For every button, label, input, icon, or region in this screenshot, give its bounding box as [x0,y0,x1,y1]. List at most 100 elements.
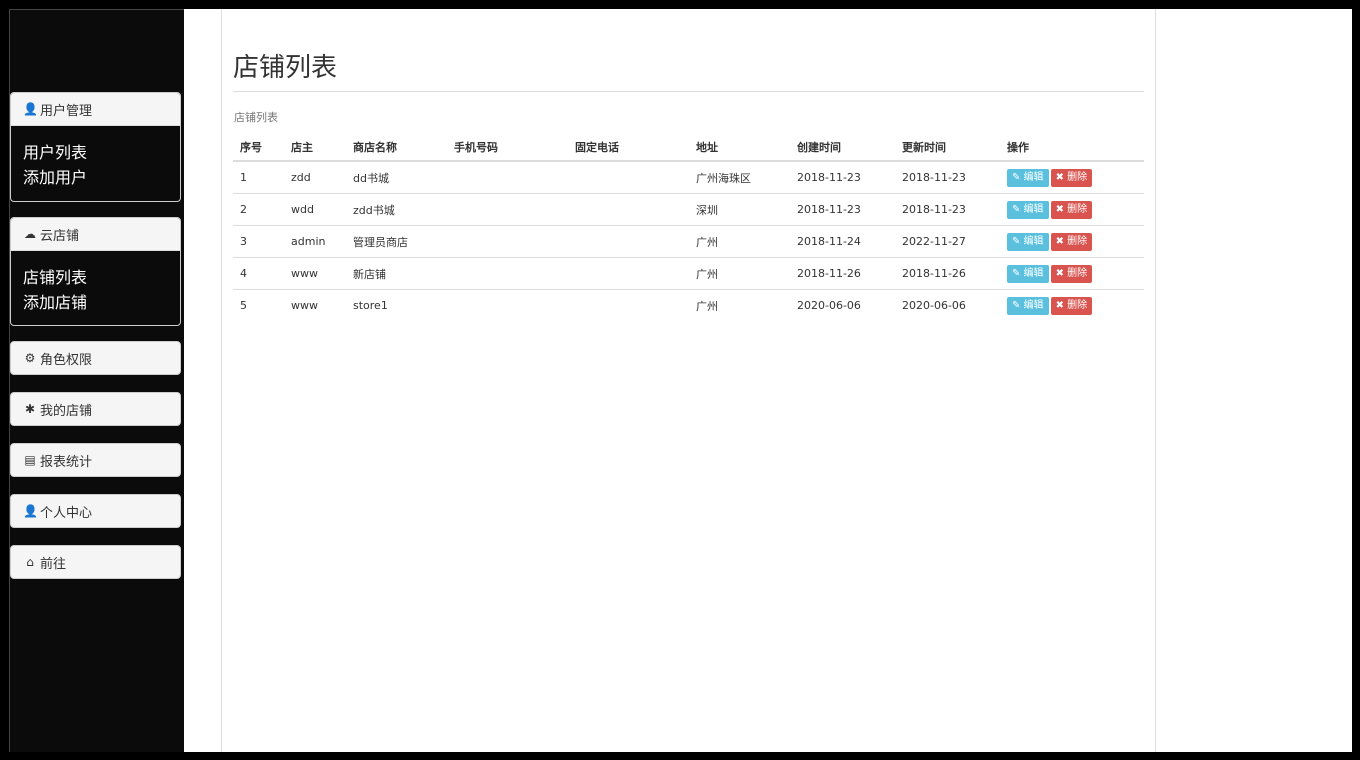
page-title: 店铺列表 [233,53,338,83]
sidebar-button-label: 个人中心 [40,505,93,521]
delete-button[interactable]: ✖ 删除 [1050,232,1093,251]
close-icon: ✖ [1055,299,1068,311]
edit-button[interactable]: ✎ 编辑 [1007,168,1049,187]
close-icon: ✖ [1055,203,1068,215]
cell-created: 2018-11-23 [790,193,895,226]
cell-created: 2018-11-24 [790,225,895,258]
table-row: 4 www 新店铺 广州 2018-11-26 2018-11-26 ✎ 编辑 ✖ 删除 [233,257,1144,290]
title-divider [233,91,1144,92]
delete-button[interactable]: ✖ 删除 [1050,200,1093,219]
cell-owner: admin [284,225,346,258]
cell-mobile [447,289,568,321]
cell-store-name: store1 [346,289,447,321]
delete-button-label: 删除 [1067,267,1088,279]
table-row: 1 zdd dd书城 广州海珠区 2018-11-23 2018-11-23 ✎ 编辑 ✖ 删… [233,161,1144,194]
cell-store-name: 新店铺 [346,257,447,290]
sidebar-item-add-store[interactable]: 添加店铺 [23,290,168,315]
cell-mobile [447,257,568,290]
sidebar-button-label: 报表统计 [40,454,93,470]
cell-phone [568,161,689,194]
cell-updated: 2020-06-06 [895,289,1000,321]
edit-button-label: 编辑 [1023,203,1044,215]
cell-owner: wdd [284,193,346,226]
cell-updated: 2018-11-23 [895,193,1000,226]
cell-store-name: zdd书城 [346,193,447,226]
sidebar-item-store-list[interactable]: 店铺列表 [23,265,168,290]
col-header-updated: 更新时间 [895,133,1000,162]
sidebar-button-reports[interactable]: ▤ 报表统计 [10,443,181,477]
cell-phone [568,289,689,321]
panel-cloud-store-title: 云店铺 [40,228,80,244]
panel-cloud-store: ☁ 云店铺 店铺列表 添加店铺 [10,217,181,326]
cell-phone [568,225,689,258]
cell-address: 广州 [689,289,790,321]
edit-button-label: 编辑 [1023,235,1044,247]
cell-owner: www [284,257,346,290]
panel-user-management: 👤 用户管理 用户列表 添加用户 [10,92,181,202]
table-header-row: 序号 店主 商店名称 手机号码 固定电话 地址 创建时间 更新时间 操作 [233,133,1144,162]
table-row: 3 admin 管理员商店 广州 2018-11-24 2022-11-27 ✎ 编辑 ✖ 删… [233,225,1144,258]
cell-actions: ✎ 编辑 ✖ 删除 [1000,193,1144,226]
cell-address: 广州 [689,257,790,290]
cell-created: 2018-11-26 [790,257,895,290]
delete-button-label: 删除 [1067,203,1088,215]
cell-mobile [447,193,568,226]
sidebar-button-role-permission[interactable]: ⚙ 角色权限 [10,341,181,375]
edit-button[interactable]: ✎ 编辑 [1007,264,1049,283]
cell-actions: ✎ 编辑 ✖ 删除 [1000,257,1144,290]
cell-address: 广州海珠区 [696,171,751,185]
panel-user-management-header[interactable]: 👤 用户管理 [11,93,180,126]
cell-address: 深圳 [689,193,790,226]
table-row: 2 wdd zdd书城 深圳 2018-11-23 2018-11-23 ✎ 编辑 ✖ 删除 [233,193,1144,226]
cell-actions: ✎ 编辑 ✖ 删除 [1000,225,1144,258]
cell-phone [568,257,689,290]
edit-button-label: 编辑 [1023,267,1044,279]
col-header-address: 地址 [689,133,790,162]
pencil-icon: ✎ [1012,299,1024,311]
sidebar-button-goto[interactable]: ⌂ 前往 [10,545,181,579]
delete-button[interactable]: ✖ 删除 [1050,168,1093,187]
home-icon: ⌂ [26,555,34,569]
cell-mobile [447,161,568,194]
cell-phone [568,193,689,226]
cell-created: 2020-06-06 [790,289,895,321]
sidebar-button-profile[interactable]: 👤 个人中心 [10,494,181,528]
delete-button[interactable]: ✖ 删除 [1050,264,1093,283]
sidebar-button-label: 角色权限 [40,352,93,368]
cell-index: 4 [233,257,284,290]
cell-index: 2 [233,193,284,226]
delete-button[interactable]: ✖ 删除 [1050,296,1093,315]
col-header-mobile: 手机号码 [447,133,568,162]
edit-button[interactable]: ✎ 编辑 [1007,200,1049,219]
user-icon: 👤 [23,504,38,518]
store-table: 序号 店主 商店名称 手机号码 固定电话 地址 创建时间 更新时间 操作 1 zd… [233,133,1144,321]
cell-store-name: dd书城 [353,171,389,185]
panel-cloud-store-header[interactable]: ☁ 云店铺 [11,218,180,251]
asterisk-icon: ✱ [24,402,36,416]
cell-index: 5 [233,289,284,321]
pencil-icon: ✎ [1012,171,1024,183]
list-icon: ▤ [24,453,36,467]
col-header-owner: 店主 [284,133,346,162]
edit-button-label: 编辑 [1023,171,1044,183]
col-header-phone: 固定电话 [568,133,689,162]
cell-address: 广州 [689,225,790,258]
close-icon: ✖ [1055,235,1068,247]
delete-button-label: 删除 [1067,171,1088,183]
sidebar-item-add-user[interactable]: 添加用户 [23,165,168,190]
cell-updated: 2018-11-23 [902,171,966,184]
main-area: 店铺列表 店铺列表 序号 店主 商店名称 手机号码 固定电话 地址 创建时间 更… [184,9,1352,752]
col-header-actions: 操作 [1000,133,1144,162]
sidebar-item-user-list[interactable]: 用户列表 [23,140,168,165]
cell-updated: 2018-11-26 [895,257,1000,290]
sidebar-button-my-store[interactable]: ✱ 我的店铺 [10,392,181,426]
close-icon: ✖ [1055,171,1068,183]
pencil-icon: ✎ [1012,235,1024,247]
cell-actions: ✎ 编辑 ✖ 删除 [1000,289,1144,321]
cell-created: 2018-11-23 [797,171,861,184]
delete-button-label: 删除 [1067,235,1088,247]
edit-button[interactable]: ✎ 编辑 [1007,232,1049,251]
edit-button[interactable]: ✎ 编辑 [1007,296,1049,315]
user-icon: 👤 [23,102,38,116]
col-header-store-name: 商店名称 [346,133,447,162]
